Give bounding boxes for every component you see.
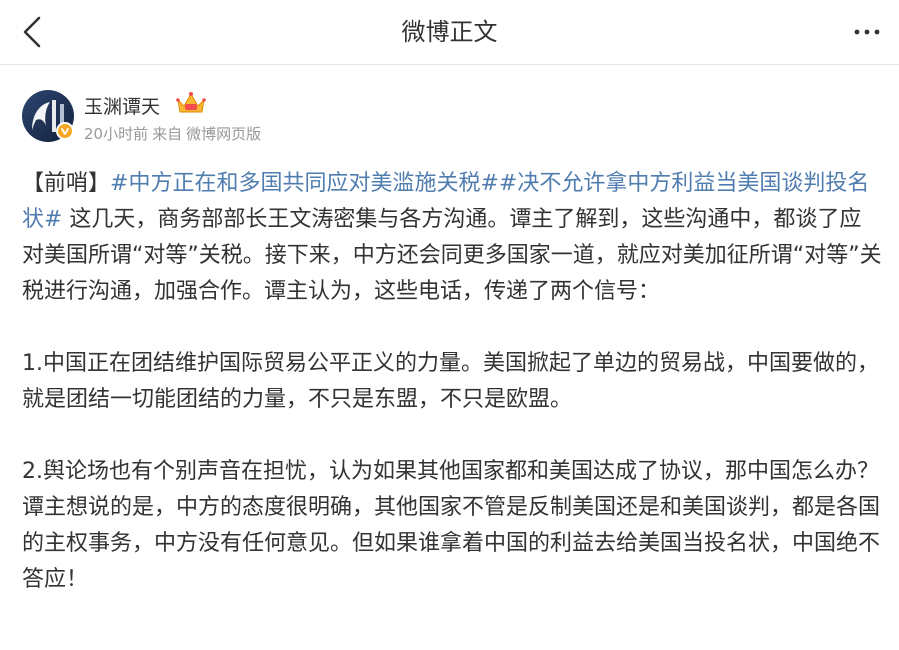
hashtag-link[interactable]: #中方正在和多国共同应对美滥施关税# [110,171,499,196]
top-bar: 微博正文 [0,0,899,65]
page-title: 微博正文 [401,18,498,46]
post-time: 20小时前 [84,125,149,143]
verified-badge-icon [56,122,74,140]
intro-paragraph: 【前哨】#中方正在和多国共同应对美滥施关税##决不允许拿中方利益当美国谈判投名状… [22,166,882,310]
post-header: 玉渊谭天 20小时前 来自 微博网页版 [22,90,882,146]
vip-crown-icon[interactable] [174,90,208,116]
post-body: 【前哨】#中方正在和多国共同应对美滥施关税##决不允许拿中方利益当美国谈判投名状… [22,166,882,598]
more-horizontal-icon [854,29,880,35]
post-meta: 20小时前 来自 微博网页版 [84,123,265,144]
post-source: 微博网页版 [186,125,262,143]
author-name[interactable]: 玉渊谭天 [84,92,160,119]
intro-prefix: 【前哨】 [22,171,111,196]
more-button[interactable] [849,16,885,48]
post-source-prefix: 来自 [152,125,183,143]
intro-text: 这几天，商务部部长王文涛密集与各方沟通。谭主了解到，这些沟通中，都谈了应对美国所… [22,207,882,304]
point-2-paragraph: 2.舆论场也有个别声音在担忧，认为如果其他国家都和美国达成了协议，那中国怎么办？… [22,459,881,592]
point-1-paragraph: 1.中国正在团结维护国际贸易公平正义的力量。美国掀起了单边的贸易战，中国要做的，… [22,351,879,412]
